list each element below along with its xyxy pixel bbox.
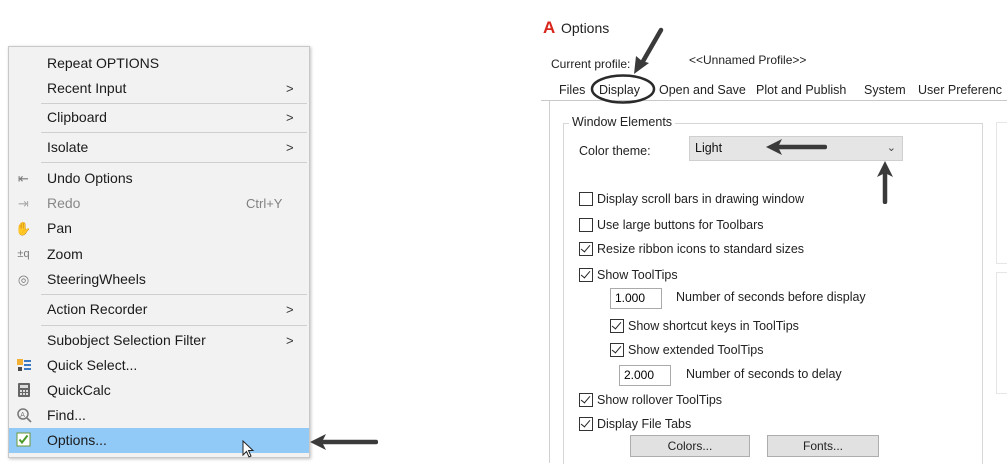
annotation-arrow-left-icon bbox=[310, 434, 378, 450]
checkbox[interactable] bbox=[579, 218, 593, 232]
color-theme-label: Color theme: bbox=[579, 144, 651, 158]
dialog-title: Options bbox=[561, 20, 610, 36]
extended-delay-label: Number of seconds to delay bbox=[686, 367, 842, 381]
menu-item-label: Repeat OPTIONS bbox=[47, 55, 160, 71]
adjacent-group-edge bbox=[996, 272, 1007, 394]
menu-item-steeringwheels[interactable]: ◎ SteeringWheels bbox=[9, 267, 309, 292]
quick-select-icon bbox=[15, 357, 32, 374]
menu-item-label: Undo Options bbox=[47, 170, 133, 186]
color-theme-value: Light bbox=[695, 141, 723, 155]
submenu-arrow-icon: > bbox=[286, 302, 294, 317]
options-check-icon bbox=[15, 432, 32, 449]
fonts-button[interactable]: Fonts... bbox=[767, 435, 879, 457]
chevron-down-icon: ⌄ bbox=[886, 142, 896, 154]
menu-item-quickcalc[interactable]: QuickCalc bbox=[9, 378, 309, 403]
tab-open-and-save[interactable]: Open and Save bbox=[659, 81, 746, 99]
submenu-arrow-icon: > bbox=[286, 81, 294, 96]
adjacent-group-edge bbox=[996, 122, 1007, 264]
checkbox-label: Display File Tabs bbox=[597, 417, 692, 431]
checkbox-label: Show extended ToolTips bbox=[628, 343, 764, 357]
steering-wheel-icon: ◎ bbox=[17, 272, 30, 287]
menu-separator bbox=[41, 325, 307, 326]
menu-item-clipboard[interactable]: Clipboard > bbox=[9, 105, 309, 130]
window-elements-label: Window Elements bbox=[569, 115, 676, 129]
menu-item-label: Redo bbox=[47, 195, 81, 211]
current-profile-value: <<Unnamed Profile>> bbox=[689, 53, 807, 67]
menu-item-label: Clipboard bbox=[47, 109, 107, 125]
menu-item-pan[interactable]: ✋ Pan bbox=[9, 216, 309, 241]
menu-item-zoom[interactable]: ±q Zoom bbox=[9, 242, 309, 267]
menu-item-label: Subobject Selection Filter bbox=[47, 332, 206, 348]
checkbox-label: Display scroll bars in drawing window bbox=[597, 192, 805, 206]
menu-separator bbox=[41, 132, 307, 133]
calculator-icon bbox=[15, 382, 32, 399]
checkbox-label: Show shortcut keys in ToolTips bbox=[628, 319, 799, 333]
find-icon: A bbox=[15, 407, 32, 424]
annotation-ellipse-icon bbox=[590, 74, 656, 104]
menu-item-label: QuickCalc bbox=[47, 382, 111, 398]
tooltip-delay-label: Number of seconds before display bbox=[676, 290, 866, 304]
svg-text:A: A bbox=[20, 412, 25, 419]
checkbox-checked[interactable] bbox=[579, 268, 593, 282]
submenu-arrow-icon: > bbox=[286, 333, 294, 348]
pan-hand-icon: ✋ bbox=[15, 221, 32, 236]
submenu-arrow-icon: > bbox=[286, 110, 294, 125]
menu-item-find[interactable]: A Find... bbox=[9, 403, 309, 428]
checkbox-checked[interactable] bbox=[579, 417, 593, 431]
menu-item-label: Recent Input bbox=[47, 80, 127, 96]
extended-delay-input[interactable]: 2.000 bbox=[619, 365, 671, 386]
tab-user-preferences[interactable]: User Preferenc bbox=[918, 81, 1002, 99]
menu-item-label: SteeringWheels bbox=[47, 271, 146, 287]
checkbox-label: Show ToolTips bbox=[597, 268, 678, 282]
redo-icon: ⇥ bbox=[18, 196, 29, 211]
annotation-arrow-down-icon bbox=[634, 27, 664, 74]
checkbox-checked[interactable] bbox=[610, 319, 624, 333]
menu-item-label: Pan bbox=[47, 220, 72, 236]
menu-item-redo[interactable]: ⇥ Redo Ctrl+Y bbox=[9, 191, 309, 216]
colors-button[interactable]: Colors... bbox=[630, 435, 750, 457]
checkbox-label: Resize ribbon icons to standard sizes bbox=[597, 242, 805, 256]
mouse-cursor-icon bbox=[242, 440, 255, 458]
menu-item-label: Options... bbox=[47, 432, 107, 448]
menu-item-label: Zoom bbox=[47, 246, 83, 262]
tab-plot-and-publish[interactable]: Plot and Publish bbox=[756, 81, 846, 99]
menu-item-undo-options[interactable]: ⇤ Undo Options bbox=[9, 166, 309, 191]
menu-item-subobject-selection-filter[interactable]: Subobject Selection Filter > bbox=[9, 328, 309, 353]
zoom-icon: ±q bbox=[17, 248, 30, 260]
checkbox-checked[interactable] bbox=[610, 343, 624, 357]
undo-icon: ⇤ bbox=[18, 171, 29, 186]
menu-separator bbox=[41, 294, 307, 295]
menu-item-recent-input[interactable]: Recent Input > bbox=[9, 76, 309, 101]
menu-item-label: Find... bbox=[47, 407, 86, 423]
checkbox-checked[interactable] bbox=[579, 242, 593, 256]
menu-item-action-recorder[interactable]: Action Recorder > bbox=[9, 297, 309, 322]
checkbox-checked[interactable] bbox=[579, 393, 593, 407]
annotation-arrow-up-icon bbox=[877, 161, 893, 204]
context-menu: Repeat OPTIONS Recent Input > Clipboard … bbox=[8, 46, 310, 458]
tab-files[interactable]: Files bbox=[559, 81, 585, 99]
menu-item-shortcut: Ctrl+Y bbox=[246, 196, 283, 211]
tab-system[interactable]: System bbox=[864, 81, 906, 99]
menu-item-repeat-options[interactable]: Repeat OPTIONS bbox=[9, 51, 309, 76]
menu-item-isolate[interactable]: Isolate > bbox=[9, 135, 309, 160]
menu-separator bbox=[41, 162, 307, 163]
menu-item-label: Action Recorder bbox=[47, 301, 148, 317]
annotation-arrow-left-icon bbox=[766, 139, 827, 155]
autocad-logo: A bbox=[543, 18, 556, 37]
menu-item-label: Quick Select... bbox=[47, 357, 138, 373]
menu-item-quick-select[interactable]: Quick Select... bbox=[9, 353, 309, 378]
tooltip-delay-input[interactable]: 1.000 bbox=[610, 288, 662, 309]
checkbox-label: Show rollover ToolTips bbox=[597, 393, 723, 407]
submenu-arrow-icon: > bbox=[286, 140, 294, 155]
menu-separator bbox=[41, 103, 307, 104]
menu-item-label: Isolate bbox=[47, 139, 89, 155]
checkbox[interactable] bbox=[579, 192, 593, 206]
current-profile-label: Current profile: bbox=[551, 57, 631, 71]
tooltip-delay-value: 1.000 bbox=[615, 291, 646, 305]
extended-delay-value: 2.000 bbox=[624, 368, 655, 382]
checkbox-label: Use large buttons for Toolbars bbox=[597, 218, 764, 232]
menu-item-options[interactable]: Options... bbox=[9, 428, 309, 453]
